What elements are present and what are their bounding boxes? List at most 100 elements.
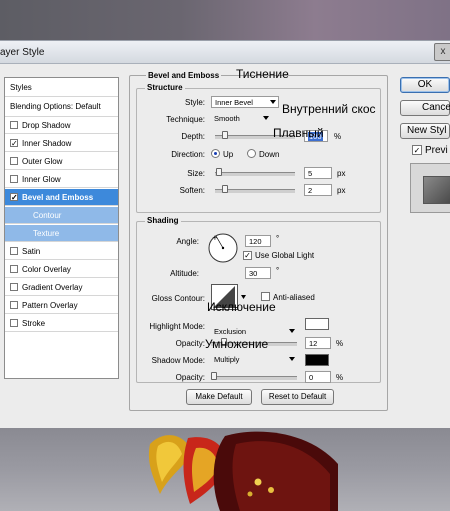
- size-label: Size:: [187, 169, 205, 178]
- style-item-gradient-overlay[interactable]: Gradient Overlay: [5, 279, 118, 296]
- depth-unit: %: [334, 132, 342, 141]
- soften-slider-knob[interactable]: [222, 185, 229, 193]
- technique-value: Smooth: [214, 114, 240, 123]
- style-item-checkbox[interactable]: ✓: [10, 139, 18, 148]
- style-item-bevel-and-emboss[interactable]: ✓ Bevel and Emboss: [5, 189, 118, 206]
- style-item-inner-glow[interactable]: Inner Glow: [5, 171, 118, 188]
- highlight-color-swatch[interactable]: [305, 318, 329, 330]
- global-light-checkbox[interactable]: ✓: [243, 251, 252, 260]
- style-item-checkbox[interactable]: ✓: [10, 193, 18, 202]
- style-item-contour[interactable]: Contour: [5, 207, 118, 224]
- annotation-inner-bevel: Внутренний скос: [282, 102, 376, 116]
- soften-input[interactable]: 2: [304, 184, 332, 196]
- reset-to-default-button[interactable]: Reset to Default: [261, 389, 334, 405]
- style-item-checkbox[interactable]: [10, 247, 18, 255]
- background-top: [0, 0, 450, 42]
- highlight-mode-value: Exclusion: [214, 327, 247, 336]
- style-item-label: Inner Glow: [22, 175, 61, 184]
- shadow-mode-dropdown[interactable]: Multiply: [211, 354, 297, 366]
- size-unit: px: [337, 169, 346, 178]
- make-default-button[interactable]: Make Default: [186, 389, 252, 405]
- style-preview-thumbnail: [423, 176, 450, 204]
- style-item-label: Texture: [33, 229, 60, 238]
- style-item-label: Drop Shadow: [22, 121, 71, 130]
- style-item-drop-shadow[interactable]: Drop Shadow: [5, 117, 118, 134]
- shadow-opacity-track[interactable]: [211, 376, 297, 380]
- direction-down-radio[interactable]: [247, 149, 256, 158]
- style-item-checkbox[interactable]: [10, 265, 18, 273]
- style-dropdown[interactable]: Inner Bevel: [211, 96, 279, 108]
- anti-aliased-label: Anti-aliased: [273, 293, 315, 302]
- shadow-opacity-label: Opacity:: [175, 373, 205, 382]
- size-slider-track[interactable]: [215, 172, 295, 176]
- altitude-input[interactable]: 30: [245, 267, 271, 279]
- chevron-down-icon: [289, 329, 295, 333]
- style-item-label: Satin: [22, 247, 41, 256]
- preview-label: Previ: [425, 145, 448, 156]
- style-item-color-overlay[interactable]: Color Overlay: [5, 261, 118, 278]
- style-item-outer-glow[interactable]: Outer Glow: [5, 153, 118, 170]
- svg-text:+: +: [212, 234, 218, 242]
- highlight-opacity-input[interactable]: 12: [305, 337, 331, 349]
- highlight-opacity-label: Opacity:: [175, 339, 205, 348]
- style-item-satin[interactable]: Satin: [5, 243, 118, 260]
- size-input[interactable]: 5: [304, 167, 332, 179]
- direction-up-label: Up: [223, 150, 234, 159]
- size-slider-knob[interactable]: [216, 168, 223, 176]
- soften-label: Soften:: [179, 186, 205, 195]
- angle-input[interactable]: 120: [245, 235, 271, 247]
- depth-slider-knob[interactable]: [222, 131, 229, 139]
- annotation-smooth: Плавный: [273, 126, 324, 140]
- bevel-emboss-title: Bevel and Emboss: [146, 71, 222, 80]
- direction-label: Direction:: [171, 150, 205, 159]
- highlight-mode-label: Highlight Mode:: [149, 322, 205, 331]
- style-label: Style:: [184, 98, 205, 107]
- ok-button[interactable]: OK: [400, 77, 450, 93]
- style-item-label: Bevel and Emboss: [22, 193, 94, 202]
- style-item-checkbox[interactable]: [10, 175, 18, 183]
- style-value: Inner Bevel: [215, 98, 253, 107]
- technique-dropdown[interactable]: Smooth: [211, 113, 271, 125]
- style-item-label: Outer Glow: [22, 157, 63, 166]
- structure-legend: Structure: [145, 83, 185, 92]
- shadow-opacity-input[interactable]: 0: [305, 371, 331, 383]
- title-bar: ayer Style x: [0, 41, 450, 64]
- altitude-unit: °: [276, 266, 280, 275]
- style-item-label: Pattern Overlay: [22, 301, 78, 310]
- chevron-down-icon: [289, 357, 295, 361]
- shadow-opacity-knob[interactable]: [211, 372, 217, 380]
- style-item-pattern-overlay[interactable]: Pattern Overlay: [5, 297, 118, 314]
- new-style-button[interactable]: New Styl: [400, 123, 450, 139]
- shadow-color-swatch[interactable]: [305, 354, 329, 366]
- chevron-down-icon: [263, 116, 269, 120]
- blending-options-item[interactable]: Blending Options: Default: [5, 97, 118, 117]
- shading-legend: Shading: [145, 216, 181, 225]
- global-light-label: Use Global Light: [255, 251, 315, 260]
- shadow-mode-label: Shadow Mode:: [151, 356, 205, 365]
- styles-header[interactable]: Styles: [5, 78, 118, 97]
- angle-unit: °: [276, 234, 280, 243]
- gloss-contour-label: Gloss Contour:: [151, 294, 205, 303]
- cancel-button[interactable]: Cance: [400, 100, 450, 116]
- style-item-label: Gradient Overlay: [22, 283, 83, 292]
- altitude-label: Altitude:: [170, 269, 199, 278]
- style-item-stroke[interactable]: Stroke: [5, 315, 118, 332]
- annotation-exclusion: Исключение: [207, 300, 276, 314]
- shadow-mode-value: Multiply: [214, 355, 240, 364]
- soften-unit: px: [337, 186, 346, 195]
- close-button[interactable]: x: [434, 43, 450, 61]
- style-item-label: Inner Shadow: [22, 139, 72, 148]
- style-item-checkbox[interactable]: [10, 301, 18, 309]
- style-item-checkbox[interactable]: [10, 121, 18, 129]
- window-title: ayer Style: [0, 47, 45, 58]
- bevel-emboss-panel: Bevel and Emboss Structure Style: Inner …: [129, 71, 388, 411]
- style-item-label: Stroke: [22, 319, 46, 328]
- direction-up-radio[interactable]: [211, 149, 220, 158]
- preview-checkbox[interactable]: ✓: [412, 145, 422, 155]
- style-item-checkbox[interactable]: [10, 319, 18, 327]
- style-item-inner-shadow[interactable]: ✓ Inner Shadow: [5, 135, 118, 152]
- style-item-checkbox[interactable]: [10, 157, 18, 165]
- style-item-checkbox[interactable]: [10, 283, 18, 291]
- angle-dial[interactable]: +: [207, 232, 239, 264]
- style-item-texture[interactable]: Texture: [5, 225, 118, 242]
